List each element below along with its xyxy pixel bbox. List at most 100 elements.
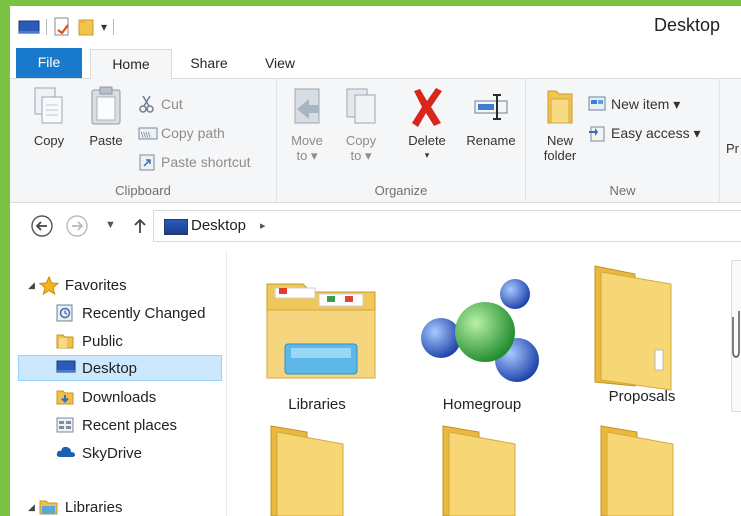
- nav-item-label: SkyDrive: [82, 444, 143, 462]
- nav-favorites[interactable]: ◢ Favorites: [28, 272, 127, 298]
- customize-qat-icon[interactable]: ▾: [101, 20, 107, 34]
- star-icon: [38, 275, 60, 296]
- nav-skydrive[interactable]: SkyDrive: [56, 440, 142, 466]
- tab-home[interactable]: Home: [90, 49, 172, 80]
- cloud-icon: [56, 444, 75, 462]
- nav-libraries-label: Libraries: [64, 498, 123, 516]
- nav-recently-changed[interactable]: Recently Changed: [56, 300, 205, 326]
- delete-x-icon: [409, 85, 445, 129]
- nav-favorites-label: Favorites: [64, 276, 127, 294]
- cut-label: Cut: [161, 96, 183, 112]
- nav-item-label: Desktop: [82, 359, 138, 377]
- address-bar[interactable]: Desktop ▸: [153, 210, 741, 242]
- new-folder-button[interactable]: New folder: [534, 85, 586, 163]
- expand-arrow-icon[interactable]: ◢: [28, 502, 35, 513]
- paste-button[interactable]: Paste: [80, 85, 132, 148]
- copy-to-button[interactable]: Copy to ▾: [335, 85, 387, 163]
- breadcrumb-chevron-icon[interactable]: ▸: [260, 219, 266, 232]
- delete-label: Delete: [408, 133, 446, 148]
- paste-label: Paste: [89, 133, 123, 148]
- nav-desktop[interactable]: Desktop: [18, 355, 222, 381]
- properties-button-partial[interactable]: Pr: [726, 141, 739, 156]
- folder-icon[interactable]: [597, 422, 675, 516]
- expand-arrow-icon[interactable]: ◢: [28, 280, 35, 291]
- file-item-homegroup[interactable]: Homegroup: [407, 264, 557, 424]
- copy-button[interactable]: Copy: [23, 85, 75, 148]
- scissors-icon: [138, 95, 156, 113]
- tab-file[interactable]: File: [16, 48, 82, 78]
- homegroup-icon: [421, 279, 539, 382]
- desktop-icon: [164, 219, 188, 235]
- recent-places-icon: [56, 416, 74, 434]
- easy-access-label: Easy access ▾: [611, 124, 701, 141]
- forward-icon[interactable]: [65, 214, 89, 238]
- tab-share[interactable]: Share: [178, 49, 240, 78]
- nav-item-label: Recent places: [82, 416, 178, 434]
- paste-shortcut-icon: [138, 153, 156, 171]
- window-title: Desktop: [653, 15, 720, 35]
- back-icon[interactable]: [30, 214, 54, 238]
- easy-access-button[interactable]: Easy access ▾: [588, 122, 701, 144]
- file-list: Libraries Homegroup Proposals: [227, 250, 741, 516]
- file-item-libraries[interactable]: Libraries: [257, 264, 377, 424]
- nav-item-label: Downloads: [82, 388, 157, 406]
- new-item-button[interactable]: New item ▾: [588, 93, 680, 115]
- paste-shortcut-button[interactable]: Paste shortcut: [138, 151, 251, 173]
- rename-label: Rename: [466, 133, 516, 148]
- navigation-pane: ◢ Favorites Recently Changed Public Desk…: [10, 250, 227, 516]
- paperclip-icon: [732, 311, 740, 358]
- copy-to-label-line1: Copy: [345, 133, 377, 148]
- nav-public[interactable]: Public: [56, 328, 123, 354]
- quick-access-toolbar: ▾: [18, 17, 115, 37]
- move-to-button[interactable]: Move to ▾: [281, 85, 333, 163]
- tab-view[interactable]: View: [250, 49, 310, 78]
- downloads-icon: [56, 388, 74, 406]
- move-to-icon: [289, 85, 325, 129]
- recently-changed-icon: [56, 304, 74, 322]
- organize-group-label: Organize: [374, 183, 428, 198]
- easy-access-icon: [588, 124, 606, 142]
- cut-button[interactable]: Cut: [138, 93, 183, 115]
- folder-icon: [56, 332, 74, 350]
- recent-locations-icon[interactable]: ▼: [105, 219, 116, 231]
- nav-libraries[interactable]: ◢ Libraries: [28, 494, 122, 516]
- explorer-window: ▾ Desktop File Home Share View Copy Past…: [10, 6, 741, 516]
- copy-to-icon: [343, 85, 379, 129]
- new-folder-label-line2: folder: [543, 148, 577, 163]
- copy-path-label: Copy path: [161, 125, 225, 141]
- new-group-label: New: [609, 183, 636, 198]
- new-folder-icon: [542, 85, 578, 129]
- up-arrow-icon[interactable]: [128, 214, 152, 238]
- paste-icon: [88, 85, 124, 129]
- title-bar: ▾ Desktop: [10, 6, 741, 46]
- new-folder-label-line1: New: [546, 133, 573, 148]
- folder-icon[interactable]: [439, 422, 517, 516]
- file-item-proposals[interactable]: Proposals: [577, 260, 707, 420]
- window-icon[interactable]: [18, 19, 40, 35]
- file-item-partial[interactable]: [731, 260, 741, 412]
- toolbar-separator: [46, 19, 47, 35]
- delete-dropdown-arrow[interactable]: ▾: [397, 148, 457, 163]
- rename-icon: [473, 85, 509, 129]
- nav-recent-places[interactable]: Recent places: [56, 412, 177, 438]
- address-row: ▼ Desktop ▸: [10, 203, 741, 249]
- nav-item-label: Recently Changed: [82, 304, 206, 322]
- libraries-icon: [39, 498, 58, 516]
- new-group: New folder New item ▾ Easy access ▾ New: [526, 79, 720, 202]
- new-item-icon: [588, 95, 606, 113]
- folder-icon[interactable]: [267, 422, 345, 516]
- move-to-label-line1: Move: [291, 133, 323, 148]
- copy-path-icon: \\\\: [138, 124, 158, 142]
- ribbon: Copy Paste Cut \\\\ Copy path Paste shor…: [10, 79, 741, 203]
- file-item-label: Proposals: [608, 388, 676, 405]
- desktop-icon: [56, 359, 76, 377]
- delete-button[interactable]: Delete ▾: [397, 85, 457, 163]
- rename-button[interactable]: Rename: [461, 85, 521, 148]
- properties-icon[interactable]: [53, 17, 71, 37]
- copy-icon: [31, 85, 67, 129]
- new-folder-qat-icon[interactable]: [77, 17, 95, 37]
- address-location[interactable]: Desktop: [191, 217, 246, 234]
- nav-downloads[interactable]: Downloads: [56, 384, 156, 410]
- copy-path-button[interactable]: \\\\ Copy path: [138, 122, 225, 144]
- ribbon-tabs: File Home Share View: [10, 46, 741, 80]
